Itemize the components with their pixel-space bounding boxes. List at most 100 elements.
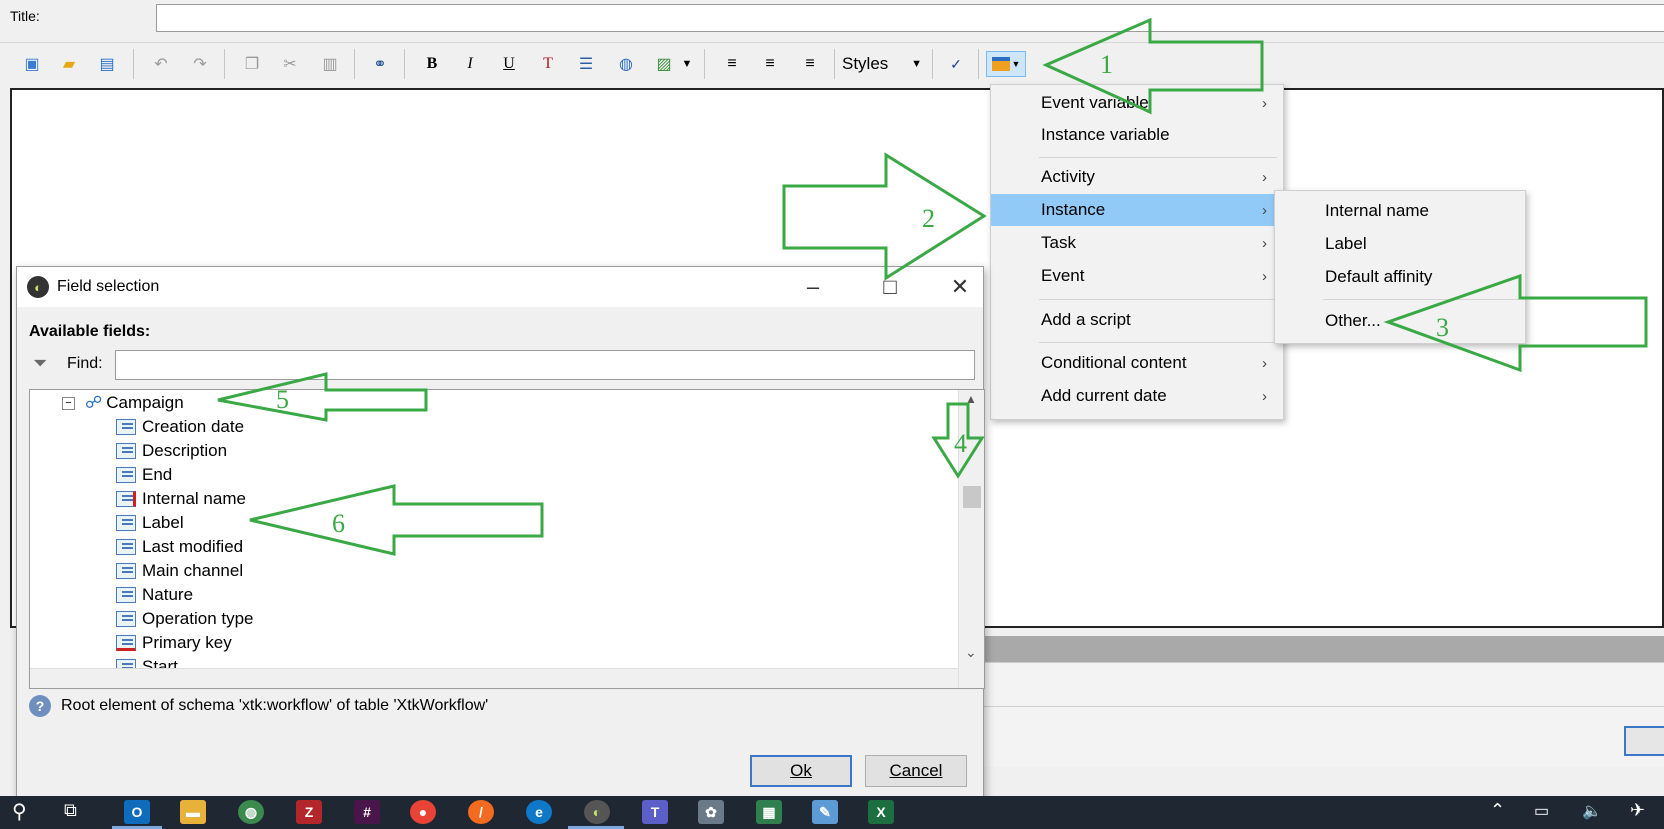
excel-icon[interactable]: X — [868, 800, 894, 824]
tree-item[interactable]: Main channel — [116, 559, 243, 583]
cancel-button[interactable]: Cancel — [865, 755, 967, 787]
menu-item-event-variable[interactable]: Event variable › — [991, 87, 1283, 119]
align-center-icon[interactable]: ≡ — [756, 51, 784, 77]
battery-icon[interactable]: ▭ — [1534, 801, 1549, 821]
save-icon[interactable]: ▤ — [93, 51, 121, 77]
campaign-client-icon[interactable]: ◐ — [584, 800, 610, 824]
ok-button[interactable]: Ok — [750, 755, 852, 787]
menu-item-add-current-date[interactable]: Add current date › — [991, 380, 1283, 412]
redo-icon[interactable]: ↷ — [186, 51, 214, 77]
dialog-titlebar[interactable]: ◐ Field selection – □ ✕ — [17, 267, 983, 307]
task-view-icon[interactable]: ⧉ — [64, 800, 77, 821]
menu-item-activity[interactable]: Activity › — [991, 161, 1283, 193]
tree-item[interactable]: Internal name — [116, 487, 246, 511]
outlook-icon[interactable]: O — [124, 800, 150, 824]
submenu-item-label: Other... — [1325, 311, 1381, 330]
undo-icon[interactable]: ↶ — [147, 51, 175, 77]
paint-app-icon[interactable]: ✿ — [698, 800, 724, 824]
tree-item[interactable]: Nature — [116, 583, 193, 607]
cut-icon[interactable]: ✂ — [276, 51, 304, 77]
tree-scrollbar[interactable]: ▲ ⌄ — [958, 390, 984, 688]
menu-item-event[interactable]: Event › — [991, 260, 1283, 292]
tree-item[interactable]: End — [116, 463, 172, 487]
tree-item-label: Main channel — [142, 561, 244, 580]
find-input[interactable] — [115, 350, 975, 380]
chevron-right-icon: › — [1262, 267, 1267, 285]
submenu-item-internal-name[interactable]: Internal name — [1275, 195, 1525, 227]
edge-icon[interactable]: e — [526, 800, 552, 824]
field-icon — [116, 419, 136, 435]
tree-item[interactable]: Primary key — [116, 631, 232, 655]
find-label: Find: — [67, 355, 103, 372]
copy-icon[interactable]: ❐ — [238, 51, 266, 77]
submenu-item-other[interactable]: Other... — [1275, 305, 1525, 337]
tree-item[interactable]: Creation date — [116, 415, 244, 439]
lower-action-button[interactable] — [1624, 726, 1664, 756]
menu-item-add-script[interactable]: Add a script — [991, 304, 1283, 336]
menu-item-task[interactable]: Task › — [991, 227, 1283, 259]
menu-item-conditional-content[interactable]: Conditional content › — [991, 347, 1283, 379]
collapse-icon[interactable]: − — [62, 396, 75, 410]
app-orange-icon[interactable]: / — [468, 800, 494, 824]
field-icon — [116, 611, 136, 627]
menu-separator — [1039, 342, 1277, 343]
notepad-icon[interactable]: ✎ — [812, 800, 838, 824]
tree-item[interactable]: Operation type — [116, 607, 254, 631]
volume-icon[interactable]: 🔈 — [1582, 801, 1602, 821]
maximize-icon[interactable]: □ — [875, 274, 905, 299]
personalization-fields-button[interactable]: ▼ — [986, 51, 1026, 77]
spellcheck-icon[interactable]: ✓ — [942, 51, 970, 77]
tree-item[interactable]: Last modified — [116, 535, 243, 559]
teams-icon[interactable]: T — [642, 800, 668, 824]
find-binoculars-icon[interactable]: ⚭ — [366, 51, 394, 77]
menu-item-instance[interactable]: Instance › — [991, 194, 1283, 226]
globe-app-icon[interactable]: ◍ — [238, 800, 264, 824]
close-icon[interactable]: ✕ — [945, 274, 975, 299]
menu-separator — [1323, 299, 1519, 300]
new-document-icon[interactable]: ▣ — [18, 51, 46, 77]
align-right-icon[interactable]: ≡ — [796, 51, 824, 77]
italic-icon[interactable]: I — [456, 51, 484, 77]
image-dropdown-icon[interactable]: ▼ — [680, 51, 694, 77]
show-hidden-icons-chevron-icon[interactable]: ⌃ — [1490, 800, 1505, 821]
instance-submenu: Internal name Label Default affinity Oth… — [1274, 190, 1526, 344]
styles-dropdown[interactable]: Styles ▼ — [836, 50, 928, 78]
open-folder-icon[interactable]: ▰ — [55, 51, 83, 77]
minimize-icon[interactable]: – — [798, 274, 828, 299]
tree-item[interactable]: Description — [116, 439, 227, 463]
bold-icon[interactable]: B — [418, 51, 446, 77]
scroll-up-icon[interactable]: ▲ — [965, 392, 977, 406]
field-icon — [116, 563, 136, 579]
menu-item-instance-variable[interactable]: Instance variable — [991, 119, 1283, 151]
underline-icon[interactable]: U — [495, 51, 523, 77]
title-input[interactable] — [156, 4, 1664, 32]
scroll-down-icon[interactable]: ⌄ — [965, 644, 977, 661]
chevron-right-icon: › — [1262, 201, 1267, 219]
help-icon: ? — [29, 695, 51, 717]
file-explorer-icon[interactable]: ▬ — [180, 800, 206, 824]
field-description: Root element of schema 'xtk:workflow' of… — [61, 697, 489, 714]
insert-image-icon[interactable]: ▨ — [650, 51, 678, 77]
chart-app-icon[interactable]: ▦ — [756, 800, 782, 824]
filezilla-icon[interactable]: Z — [296, 800, 322, 824]
field-selection-dialog: ◐ Field selection – □ ✕ Available fields… — [16, 266, 985, 802]
airplane-mode-icon[interactable]: ✈ — [1630, 800, 1645, 821]
menu-item-label: Event — [1041, 266, 1085, 285]
bullet-list-icon[interactable]: ☰ — [572, 51, 600, 77]
submenu-item-label[interactable]: Label — [1275, 228, 1525, 260]
paste-icon[interactable]: ▥ — [316, 51, 344, 77]
tree-footer: ··· — [30, 668, 984, 688]
search-icon[interactable]: ⚲ — [12, 799, 27, 824]
tree-root-campaign[interactable]: − ☍ Campaign — [62, 391, 184, 415]
tree-item[interactable]: Label — [116, 511, 184, 535]
slack-icon[interactable]: # — [354, 800, 380, 824]
submenu-item-default-affinity[interactable]: Default affinity — [1275, 261, 1525, 293]
text-color-icon[interactable]: T — [534, 51, 562, 77]
chevron-right-icon: › — [1262, 354, 1267, 372]
chrome-icon[interactable]: ● — [410, 800, 436, 824]
tree-item-label: Label — [142, 513, 184, 532]
field-icon — [116, 515, 136, 531]
insert-link-globe-icon[interactable]: ◍ — [612, 51, 640, 77]
scroll-thumb[interactable] — [963, 486, 981, 508]
align-left-icon[interactable]: ≡ — [718, 51, 746, 77]
